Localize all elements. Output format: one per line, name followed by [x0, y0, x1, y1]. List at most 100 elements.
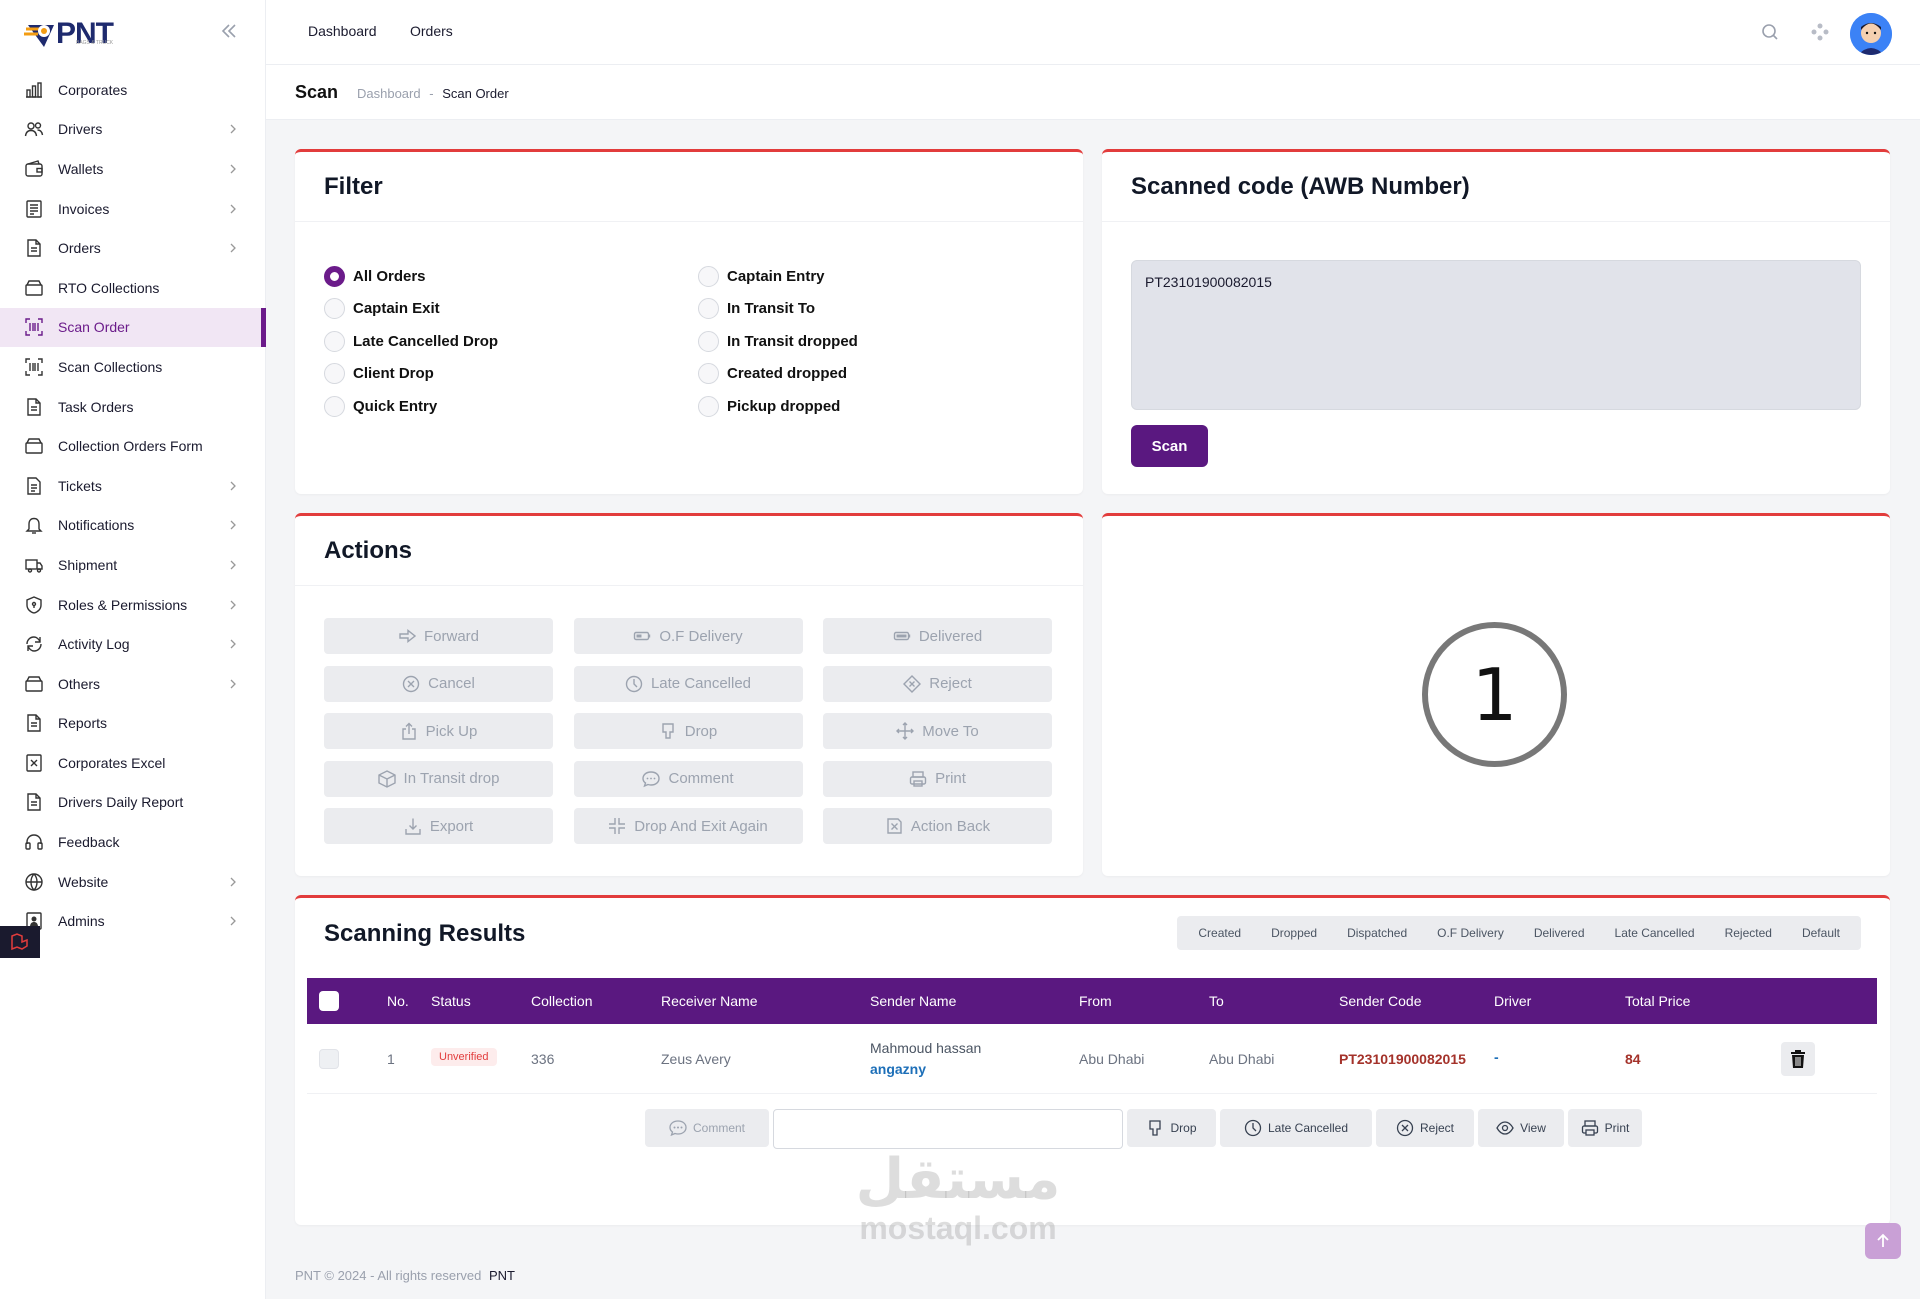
status-tab-rejected[interactable]: Rejected: [1710, 926, 1787, 940]
row-drop-button[interactable]: Drop: [1127, 1109, 1216, 1147]
row-comment-input[interactable]: [773, 1109, 1123, 1149]
sidebar-item-tickets[interactable]: Tickets: [0, 466, 266, 506]
filter-option-captain-exit[interactable]: Captain Exit: [324, 293, 498, 326]
shield-icon: [24, 595, 44, 615]
filter-option-in-transit-to[interactable]: In Transit To: [698, 293, 858, 326]
filter-option-pickup-dropped[interactable]: Pickup dropped: [698, 390, 858, 423]
col-sender-code: Sender Code: [1339, 993, 1422, 1009]
radio-button[interactable]: [698, 363, 719, 385]
radio-button[interactable]: [324, 330, 345, 352]
action-forward-button[interactable]: Forward: [324, 618, 553, 654]
sidebar-item-scan-collections[interactable]: Scan Collections: [0, 347, 266, 387]
sidebar-item-shipment[interactable]: Shipment: [0, 545, 266, 585]
sidebar-item-rto-collections[interactable]: RTO Collections: [0, 268, 266, 308]
laravel-debug-badge[interactable]: [0, 926, 40, 958]
sidebar-item-feedback[interactable]: Feedback: [0, 822, 266, 862]
row-view-button[interactable]: View: [1478, 1109, 1564, 1147]
sidebar-item-wallets[interactable]: Wallets: [0, 149, 266, 189]
status-tab-dropped[interactable]: Dropped: [1256, 926, 1332, 940]
action-late-cancelled-button[interactable]: Late Cancelled: [573, 665, 803, 702]
download-icon: [404, 817, 422, 835]
filter-option-label: Pickup dropped: [727, 397, 841, 415]
action-in-transit-drop-button[interactable]: In Transit drop: [324, 760, 553, 797]
sidebar-item-roles-and-permissions[interactable]: Roles & Permissions: [0, 585, 266, 625]
breadcrumb-dashboard-link[interactable]: Dashboard: [357, 86, 421, 101]
action-export-button[interactable]: Export: [324, 808, 553, 844]
row-checkbox[interactable]: [319, 1049, 339, 1069]
filter-option-in-transit-dropped[interactable]: In Transit dropped: [698, 325, 858, 358]
sidebar-item-corporates[interactable]: Corporates: [0, 70, 266, 110]
filter-option-label: All Orders: [353, 267, 426, 285]
row-print-button[interactable]: Print: [1568, 1109, 1642, 1147]
action-reject-button[interactable]: Reject: [823, 665, 1052, 702]
status-tab-o-f-delivery[interactable]: O.F Delivery: [1422, 926, 1519, 940]
sidebar-item-notifications[interactable]: Notifications: [0, 506, 266, 546]
action-delivered-button[interactable]: Delivered: [823, 618, 1052, 654]
action-o-f-delivery-button[interactable]: O.F Delivery: [573, 618, 803, 654]
delete-row-button[interactable]: [1781, 1042, 1815, 1076]
scan-button[interactable]: Scan: [1131, 425, 1208, 467]
sidebar-item-task-orders[interactable]: Task Orders: [0, 387, 266, 427]
sidebar-item-others[interactable]: Others: [0, 664, 266, 704]
scan-card: Scanned code (AWB Number) Scan: [1102, 149, 1890, 494]
radio-button[interactable]: [324, 265, 345, 287]
filter-option-client-drop[interactable]: Client Drop: [324, 358, 498, 391]
radio-button[interactable]: [698, 265, 719, 287]
radio-button[interactable]: [698, 330, 719, 352]
select-all-checkbox[interactable]: [319, 991, 339, 1011]
filter-option-quick-entry[interactable]: Quick Entry: [324, 390, 498, 423]
sidebar-item-label: Orders: [58, 240, 101, 257]
row-reject-label: Reject: [1419, 1121, 1454, 1135]
radio-button[interactable]: [698, 395, 719, 417]
row-late-cancelled-button[interactable]: Late Cancelled: [1220, 1109, 1372, 1147]
row-sender-company-link[interactable]: angazny: [870, 1061, 926, 1077]
radio-button[interactable]: [324, 298, 345, 320]
status-tab-created[interactable]: Created: [1183, 926, 1256, 940]
chart-icon: [24, 80, 44, 100]
action-pick-up-button[interactable]: Pick Up: [324, 713, 553, 749]
action-drop-and-exit-again-button[interactable]: Drop And Exit Again: [573, 808, 803, 844]
sidebar-item-orders[interactable]: Orders: [0, 228, 266, 268]
action-action-back-button[interactable]: Action Back: [823, 808, 1052, 844]
row-driver[interactable]: -: [1494, 1049, 1499, 1065]
search-icon[interactable]: [1760, 22, 1780, 42]
logo[interactable]: PNT: [24, 14, 114, 54]
filter-option-captain-entry[interactable]: Captain Entry: [698, 260, 858, 293]
radio-button[interactable]: [698, 298, 719, 320]
action-drop-button[interactable]: Drop: [573, 713, 803, 749]
radio-button[interactable]: [324, 363, 345, 385]
scroll-to-top-button[interactable]: [1865, 1223, 1901, 1259]
sidebar-item-collection-orders-form[interactable]: Collection Orders Form: [0, 426, 266, 466]
avatar[interactable]: [1850, 13, 1892, 55]
footer-brand-link[interactable]: PNT: [489, 1268, 515, 1283]
action-move-to-button[interactable]: Move To: [823, 713, 1052, 749]
sidebar-item-drivers-daily-report[interactable]: Drivers Daily Report: [0, 783, 266, 823]
status-tab-late-cancelled[interactable]: Late Cancelled: [1600, 926, 1710, 940]
apps-icon[interactable]: [1810, 22, 1830, 42]
action-print-button[interactable]: Print: [823, 760, 1052, 797]
sidebar-item-activity-log[interactable]: Activity Log: [0, 624, 266, 664]
action-label: Cancel: [428, 675, 475, 692]
filter-right-column: Captain Entry In Transit To In Transit dro…: [698, 260, 858, 423]
radio-button[interactable]: [324, 395, 345, 417]
sidebar-item-drivers[interactable]: Drivers: [0, 110, 266, 150]
status-tab-dispatched[interactable]: Dispatched: [1332, 926, 1422, 940]
row-comment-button[interactable]: Comment: [645, 1109, 769, 1147]
filter-option-all-orders[interactable]: All Orders: [324, 260, 498, 293]
sidebar-item-scan-order[interactable]: Scan Order: [0, 307, 266, 348]
top-link-dashboard[interactable]: Dashboard: [308, 23, 377, 39]
filter-option-late-cancelled-drop[interactable]: Late Cancelled Drop: [324, 325, 498, 358]
sidebar-item-corporates-excel[interactable]: Corporates Excel: [0, 743, 266, 783]
sidebar-item-reports[interactable]: Reports: [0, 704, 266, 744]
status-tab-default[interactable]: Default: [1787, 926, 1855, 940]
top-link-orders[interactable]: Orders: [410, 23, 453, 39]
sidebar-item-website[interactable]: Website: [0, 862, 266, 902]
action-cancel-button[interactable]: Cancel: [324, 665, 553, 702]
status-tab-delivered[interactable]: Delivered: [1519, 926, 1600, 940]
row-reject-button[interactable]: Reject: [1376, 1109, 1474, 1147]
awb-number-input[interactable]: [1131, 260, 1861, 410]
action-comment-button[interactable]: Comment: [573, 760, 803, 797]
collapse-sidebar-button[interactable]: [218, 20, 240, 42]
filter-option-created-dropped[interactable]: Created dropped: [698, 358, 858, 391]
sidebar-item-invoices[interactable]: Invoices: [0, 189, 266, 229]
